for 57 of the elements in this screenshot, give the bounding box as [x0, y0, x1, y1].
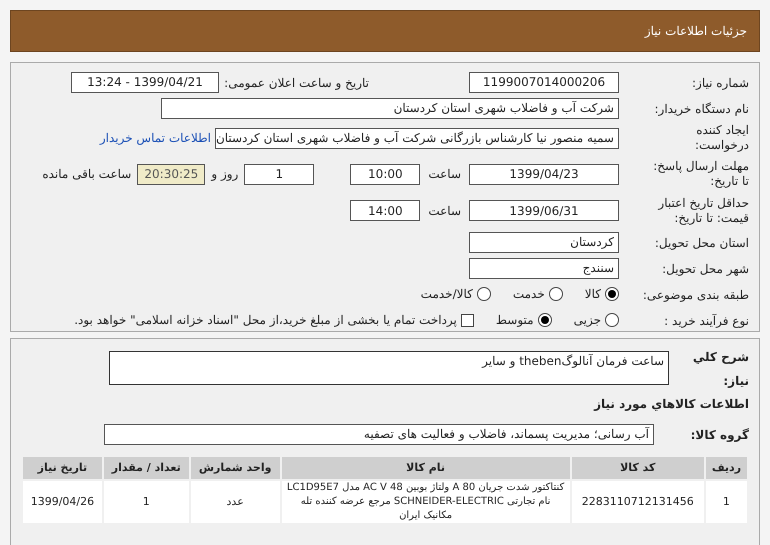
radio-button[interactable]	[476, 287, 491, 301]
text-field[interactable]: 10:00	[350, 164, 420, 185]
field-label: ساعت باقی مانده	[42, 166, 132, 184]
text-field[interactable]: آب رسانی؛ مدیریت پسماند، فاضلاب و فعالیت های تصفیه	[104, 424, 654, 444]
column-header: نام کالا	[280, 456, 571, 480]
option-label: کالا/خدمت	[420, 286, 473, 303]
field-label: طبقه بندی موضوعی:	[642, 288, 749, 302]
text-field[interactable]: کردستان	[469, 232, 619, 252]
field-label: گروه کالا:	[690, 428, 749, 442]
field-label: شرح کلي نياز:	[692, 350, 749, 388]
page-title: جزئیات اطلاعات نیاز	[644, 23, 747, 40]
table-cell: کنتاکتور شدت جریان 80 A ولتاژ بوبین 48 AC V مدل LC1D95E7 نام تجارتی SCHNEIDER-ELECTRIC مرجع عرضه کننده تله مکانیک ایران	[280, 480, 571, 524]
option-label: متوسط	[496, 312, 534, 329]
column-header: تعداد / مقدار	[102, 456, 190, 480]
column-header: تاریخ نیاز	[22, 456, 103, 480]
text-field[interactable]: 14:00	[350, 200, 420, 222]
field-label: ساعت	[428, 166, 461, 184]
text-field[interactable]: شرکت آب و فاضلاب شهری استان کردستان	[161, 98, 619, 118]
table-cell: 1	[102, 480, 190, 524]
text-field[interactable]: 1399/04/21 - 13:24	[71, 72, 219, 92]
contact-link[interactable]: اطلاعات تماس خریدار	[100, 129, 211, 148]
checkbox[interactable]	[460, 314, 474, 326]
description-field[interactable]: ساعت فرمان آنالوگtheben و سایر	[109, 351, 669, 385]
text-field[interactable]: 1399/04/23	[469, 164, 619, 185]
column-header: کد کالا	[570, 456, 705, 480]
field-label: روز و	[211, 166, 238, 184]
option-label: کالا	[584, 286, 601, 303]
table-cell: 1399/04/26	[22, 480, 103, 524]
option-label: جزیی	[574, 312, 601, 329]
radio-button[interactable]	[538, 313, 552, 327]
field-label: حداقل تاریخ اعتبار قیمت: تا تاریخ:	[656, 196, 749, 226]
field-label: نام دستگاه خریدار:	[654, 102, 749, 116]
field-label: ایجاد کننده درخواست:	[694, 123, 749, 154]
field-label: شهر محل تحویل:	[662, 262, 749, 276]
text-field[interactable]: 1399/06/31	[469, 200, 619, 222]
field-label: شماره نیاز:	[692, 76, 749, 90]
text-field[interactable]: سنندج	[469, 258, 619, 278]
field-label: استان محل تحویل:	[654, 236, 749, 250]
field-label: تاریخ و ساعت اعلان عمومی:	[224, 76, 369, 90]
radio-button[interactable]	[548, 287, 563, 301]
text-field[interactable]: 1	[244, 164, 314, 185]
field-label: مهلت ارسال پاسخ: تا تاریخ:	[652, 159, 749, 190]
field-label: نوع فرآیند خرید :	[664, 314, 749, 328]
table-cell: 2283110712131456	[570, 480, 705, 524]
column-header: واحد شمارش	[190, 456, 281, 480]
field-label: ساعت	[428, 202, 461, 220]
text-field[interactable]: 1199007014000206	[469, 72, 619, 92]
table-cell: 1	[704, 480, 748, 524]
option-label: خدمت	[512, 286, 545, 303]
section-heading: اطلاعات کالاهاي مورد نياز	[594, 396, 749, 413]
table-cell: عدد	[190, 480, 281, 524]
text-field[interactable]: 20:30:25	[137, 164, 206, 185]
radio-button[interactable]	[605, 313, 619, 327]
checkbox-label: پرداخت تمام یا بخشی از مبلغ خرید،از محل "اسناد خزانه اسلامی" خواهد بود.	[74, 312, 457, 329]
radio-button[interactable]	[605, 287, 619, 301]
text-field[interactable]: سمیه منصور نیا کارشناس بازرگانی شرکت آب و فاضلاب شهری استان کردستان	[215, 128, 619, 149]
column-header: ردیف	[704, 456, 748, 480]
